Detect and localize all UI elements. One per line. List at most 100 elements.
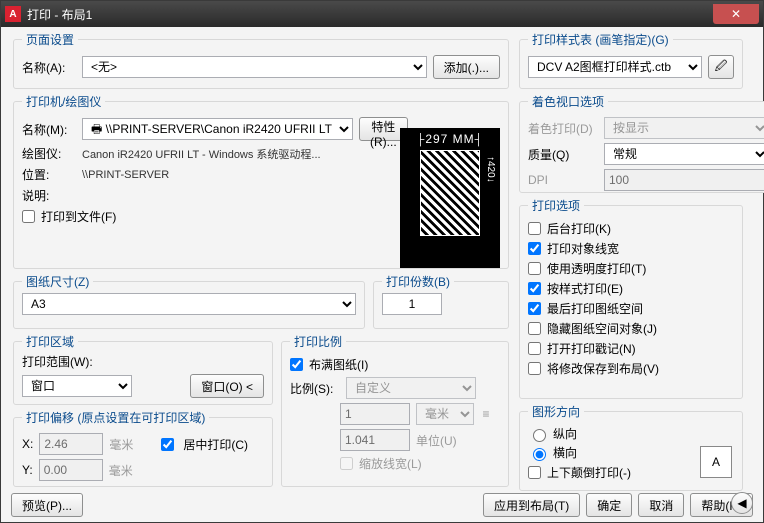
- opt-style-label: 按样式打印(E): [547, 280, 623, 297]
- offset-y-input[interactable]: [39, 459, 103, 481]
- ok-button[interactable]: 确定: [586, 493, 632, 517]
- dpi-input[interactable]: [604, 169, 764, 191]
- pagesetup-name-label: 名称(A):: [22, 59, 76, 76]
- group-page-setup: 页面设置 名称(A): <无> 添加(.)...: [13, 31, 509, 89]
- apply-layout-button[interactable]: 应用到布局(T): [483, 493, 580, 517]
- opt-stamp-label: 打开打印戳记(N): [547, 340, 636, 357]
- print-to-file-label: 打印到文件(F): [41, 208, 116, 225]
- shade-plot-select[interactable]: 按显示: [604, 117, 764, 139]
- center-plot-label: 居中打印(C): [183, 436, 248, 453]
- add-pagesetup-button[interactable]: 添加(.)...: [433, 55, 500, 79]
- opt-stamp-checkbox[interactable]: [528, 342, 541, 355]
- opt-save-layout-checkbox[interactable]: [528, 362, 541, 375]
- center-plot-checkbox[interactable]: [161, 438, 174, 451]
- viewport-legend: 着色视口选项: [528, 93, 608, 110]
- opt-background-checkbox[interactable]: [528, 222, 541, 235]
- offset-legend: 打印偏移 (原点设置在可打印区域): [22, 409, 209, 426]
- bottom-bar: 预览(P)... 应用到布局(T) 确定 取消 帮助(H) ◀: [1, 488, 763, 522]
- opt-save-layout-label: 将修改保存到布局(V): [547, 360, 659, 377]
- print-to-file-checkbox[interactable]: [22, 210, 35, 223]
- fit-to-paper-checkbox[interactable]: [290, 358, 303, 371]
- group-plot-options: 打印选项 后台打印(K) 打印对象线宽 使用透明度打印(T) 按样式打印(E) …: [519, 197, 743, 399]
- area-legend: 打印区域: [22, 333, 78, 350]
- offset-y-unit: 毫米: [109, 462, 133, 479]
- plot-scope-select[interactable]: 窗口: [22, 375, 132, 397]
- opt-paperspace-last-checkbox[interactable]: [528, 302, 541, 315]
- fit-to-paper-label: 布满图纸(I): [309, 356, 368, 373]
- orient-landscape-radio[interactable]: [533, 448, 546, 461]
- orient-upside-checkbox[interactable]: [528, 466, 541, 479]
- location-value: \\PRINT-SERVER: [82, 169, 169, 181]
- orient-portrait-radio[interactable]: [533, 429, 546, 442]
- scale-den-input[interactable]: [340, 429, 410, 451]
- plot-style-select[interactable]: DCV A2图框打印样式.ctb: [528, 56, 702, 78]
- print-dialog: A 打印 - 布局1 ✕ 页面设置 名称(A): <无> 添加(.)... 打印…: [0, 0, 764, 523]
- preview-width-label: ├297 MM┤: [417, 132, 484, 146]
- group-paper-size: 图纸尺寸(Z) A3: [13, 273, 365, 329]
- scale-den-unit: 单位(U): [416, 432, 474, 449]
- scale-ratio-label: 比例(S):: [290, 380, 340, 397]
- options-legend: 打印选项: [528, 197, 584, 214]
- close-button[interactable]: ✕: [713, 4, 759, 24]
- scale-num-input[interactable]: [340, 403, 410, 425]
- scale-link-icon: ≡: [480, 407, 492, 421]
- opt-lineweight-checkbox[interactable]: [528, 242, 541, 255]
- window-title: 打印 - 布局1: [27, 6, 92, 23]
- plotter-value: Canon iR2420 UFRII LT - Windows 系统驱动程...: [82, 146, 321, 162]
- pagesetup-name-select[interactable]: <无>: [82, 56, 427, 78]
- window-pick-button[interactable]: 窗口(O) <: [190, 374, 264, 398]
- paper-preview: ├297 MM┤ ↑420↓: [400, 128, 500, 268]
- offset-x-label: X:: [22, 437, 33, 451]
- quality-label: 质量(Q): [528, 146, 598, 163]
- shade-plot-label: 着色打印(D): [528, 120, 598, 137]
- opt-lineweight-label: 打印对象线宽: [547, 240, 619, 257]
- scale-lineweight-checkbox[interactable]: [340, 457, 353, 470]
- scale-lineweight-label: 缩放线宽(L): [359, 455, 422, 472]
- style-legend: 打印样式表 (画笔指定)(G): [528, 31, 673, 48]
- printer-name-label: 名称(M):: [22, 121, 76, 138]
- orient-upside-label: 上下颠倒打印(-): [547, 464, 631, 481]
- content: 页面设置 名称(A): <无> 添加(.)... 打印机/绘图仪 名称(M): …: [1, 27, 763, 522]
- dpi-label: DPI: [528, 173, 598, 187]
- location-label: 位置:: [22, 166, 76, 183]
- page-setup-legend: 页面设置: [22, 31, 78, 48]
- scale-num-unit-select[interactable]: 毫米: [416, 403, 474, 425]
- preview-paper-icon: [420, 150, 480, 236]
- cancel-button[interactable]: 取消: [638, 493, 684, 517]
- opt-hide-psobj-checkbox[interactable]: [528, 322, 541, 335]
- copies-legend: 打印份数(B): [382, 273, 454, 290]
- orientation-icon: A: [700, 446, 732, 478]
- paper-size-select[interactable]: A3: [22, 293, 356, 315]
- scale-ratio-select[interactable]: 自定义: [346, 377, 476, 399]
- app-icon: A: [5, 6, 21, 22]
- opt-transparency-label: 使用透明度打印(T): [547, 260, 646, 277]
- titlebar: A 打印 - 布局1 ✕: [1, 1, 763, 27]
- offset-x-input[interactable]: [39, 433, 103, 455]
- preview-height-label: ↑420↓: [485, 156, 496, 183]
- collapse-button[interactable]: ◀: [731, 492, 753, 514]
- preview-button[interactable]: 预览(P)...: [11, 493, 83, 517]
- group-copies: 打印份数(B): [373, 273, 509, 329]
- offset-x-unit: 毫米: [109, 436, 133, 453]
- group-offset: 打印偏移 (原点设置在可打印区域) X: 毫米 居中打印(C) Y: 毫米: [13, 409, 273, 487]
- printer-legend: 打印机/绘图仪: [22, 93, 105, 110]
- opt-style-checkbox[interactable]: [528, 282, 541, 295]
- group-scale: 打印比例 布满图纸(I) 比例(S): 自定义 毫米 ≡ 单位(U) 缩放线宽(…: [281, 333, 509, 487]
- group-plot-area: 打印区域 打印范围(W): 窗口 窗口(O) <: [13, 333, 273, 405]
- group-orientation: 图形方向 纵向 横向 上下颠倒打印(-) A: [519, 403, 743, 491]
- quality-select[interactable]: 常规: [604, 143, 764, 165]
- edit-style-button[interactable]: 🖉: [708, 55, 734, 79]
- paper-legend: 图纸尺寸(Z): [22, 273, 93, 290]
- group-shaded-viewport: 着色视口选项 着色打印(D) 按显示 质量(Q) 常规 DPI: [519, 93, 764, 193]
- scope-label: 打印范围(W):: [22, 353, 264, 370]
- offset-y-label: Y:: [22, 463, 33, 477]
- plotter-label: 绘图仪:: [22, 145, 76, 162]
- opt-paperspace-last-label: 最后打印图纸空间: [547, 300, 643, 317]
- copies-input[interactable]: [382, 293, 442, 315]
- printer-name-select[interactable]: 🖶 \\PRINT-SERVER\Canon iR2420 UFRII LT: [82, 118, 353, 140]
- orient-legend: 图形方向: [528, 403, 584, 420]
- opt-transparency-checkbox[interactable]: [528, 262, 541, 275]
- desc-label: 说明:: [22, 187, 76, 204]
- group-plot-style: 打印样式表 (画笔指定)(G) DCV A2图框打印样式.ctb 🖉: [519, 31, 743, 89]
- orient-landscape-label: 横向: [553, 444, 577, 461]
